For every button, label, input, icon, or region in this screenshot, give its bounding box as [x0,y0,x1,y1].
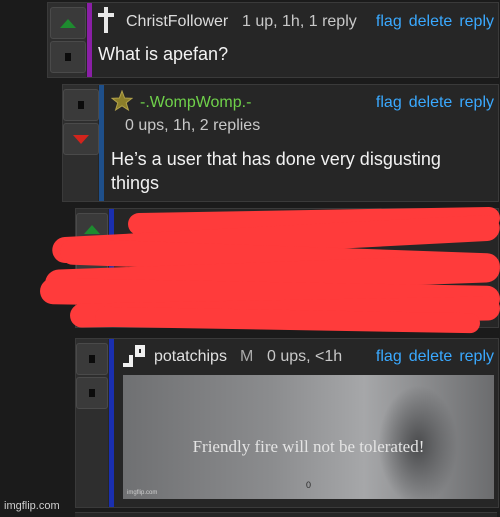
downvote-button[interactable] [76,377,108,409]
downvote-arrow-icon [73,134,89,144]
delete-link[interactable]: delete [409,13,453,30]
comment-meta: 0 ups, <1h [267,348,343,365]
comment-accent-bar [87,3,92,77]
upvote-button[interactable] [63,89,99,121]
comment-text: What is apefan? [98,44,229,64]
comment-actions: flag delete reply [369,94,494,112]
username[interactable]: ChristFollower [126,13,228,31]
upvote-button[interactable] [76,343,108,375]
delete-link[interactable]: delete [409,348,453,365]
downvote-button[interactable] [50,41,86,73]
comment-accent-bar [99,85,104,201]
upvote-arrow-icon [60,18,76,28]
username[interactable]: -.WompWomp.- [140,94,251,112]
reply-link[interactable]: reply [459,94,494,111]
downvote-dot-icon [89,389,95,397]
meme-mark: 0 [306,480,312,490]
star-icon [111,90,133,112]
delete-link[interactable]: delete [409,94,453,111]
upvote-dot-icon [78,101,84,109]
meme-caption: Friendly fire will not be tolerated! [192,437,425,456]
flag-link[interactable]: flag [376,13,402,30]
username[interactable]: potatchips [154,348,227,366]
comment-meta: 0 ups, 1h, 2 replies [125,117,261,134]
next-comment-edge [75,512,497,517]
downvote-dot-icon [65,53,71,61]
comment-actions: flag delete reply [369,13,494,31]
comment-christfollower: ChristFollower 1 up, 1h, 1 reply flag del… [47,2,499,78]
meme-watermark: imgflip.com [127,490,158,496]
reply-link[interactable]: reply [459,348,494,365]
comment-potatchips: potatchips M 0 ups, <1h flag delete reply … [75,338,499,508]
comment-actions: flag delete reply [369,348,494,366]
meme-image[interactable]: Friendly fire will not be tolerated! 0 i… [123,375,494,499]
imgflip-watermark: imgflip.com [4,500,60,512]
pixel-avatar-icon [121,343,147,369]
cross-icon [98,7,114,33]
upvote-dot-icon [89,355,95,363]
flag-link[interactable]: flag [376,94,402,111]
comment-text: He’s a user that has done very disgustin… [111,149,441,193]
mod-badge: M [240,348,254,365]
downvote-button[interactable] [63,123,99,155]
upvote-button[interactable] [50,7,86,39]
upvote-arrow-icon [84,224,100,234]
comment-wompwomp: -.WompWomp.- 0 ups, 1h, 2 replies flag de… [62,84,499,202]
comment-meta: 1 up, 1h, 1 reply [242,13,357,30]
flag-link[interactable]: flag [376,348,402,365]
reply-link[interactable]: reply [459,13,494,30]
comment-accent-bar [109,339,114,507]
